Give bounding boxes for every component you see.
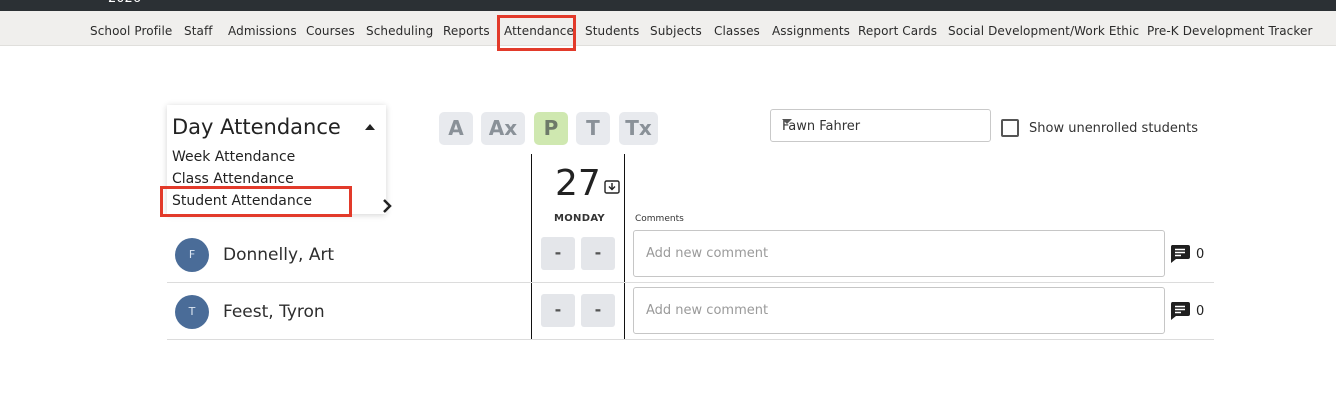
caret-up-icon[interactable] bbox=[365, 124, 375, 130]
nav-item-students[interactable]: Students bbox=[585, 24, 639, 38]
nav-item-courses[interactable]: Courses bbox=[306, 24, 355, 38]
nav-item-assignments[interactable]: Assignments bbox=[772, 24, 850, 38]
comments-header: Comments bbox=[635, 214, 684, 224]
teacher-select-value: Fawn Fahrer bbox=[782, 119, 861, 134]
chevron-right-icon[interactable] bbox=[382, 198, 392, 214]
date-weekday: MONDAY bbox=[554, 213, 605, 224]
view-option-week[interactable]: Week Attendance bbox=[172, 149, 295, 165]
main-nav: School Profile Staff Admissions Courses … bbox=[0, 11, 1336, 46]
comment-count: 0 bbox=[1196, 247, 1205, 262]
teacher-select[interactable]: Fawn Fahrer bbox=[770, 109, 991, 142]
student-name[interactable]: Feest, Tyron bbox=[223, 302, 325, 322]
code-button-ax[interactable]: Ax bbox=[481, 112, 525, 145]
avatar: F bbox=[175, 238, 209, 272]
dropdown-caret-icon bbox=[782, 119, 792, 124]
nav-item-school-profile[interactable]: School Profile bbox=[90, 24, 172, 38]
code-button-tx[interactable]: Tx bbox=[619, 112, 658, 145]
date-column-right-divider bbox=[624, 154, 625, 340]
comment-input[interactable] bbox=[633, 287, 1165, 334]
nav-item-subjects[interactable]: Subjects bbox=[650, 24, 702, 38]
comment-count: 0 bbox=[1196, 304, 1205, 319]
row-divider bbox=[167, 339, 1214, 340]
comment-input[interactable] bbox=[633, 230, 1165, 277]
nav-item-social-development[interactable]: Social Development/Work Ethic bbox=[948, 24, 1139, 38]
nav-item-classes[interactable]: Classes bbox=[714, 24, 760, 38]
attendance-mark-am[interactable]: - bbox=[541, 294, 575, 327]
chat-bubble-icon[interactable] bbox=[1169, 301, 1191, 321]
code-button-t[interactable]: T bbox=[576, 112, 610, 145]
nav-item-scheduling[interactable]: Scheduling bbox=[366, 24, 433, 38]
nav-item-staff[interactable]: Staff bbox=[184, 24, 213, 38]
row-divider bbox=[167, 282, 1214, 283]
attendance-nav-highlight bbox=[497, 15, 576, 51]
show-unenrolled-label[interactable]: Show unenrolled students bbox=[1029, 121, 1198, 136]
attendance-mark-pm[interactable]: - bbox=[581, 294, 615, 327]
show-unenrolled-checkbox[interactable] bbox=[1001, 119, 1019, 137]
export-icon[interactable] bbox=[604, 180, 620, 194]
nav-item-prek-tracker[interactable]: Pre-K Development Tracker bbox=[1147, 24, 1312, 38]
chat-bubble-icon[interactable] bbox=[1169, 244, 1191, 264]
date-day-number: 27 bbox=[555, 163, 601, 204]
view-option-class[interactable]: Class Attendance bbox=[172, 171, 294, 187]
avatar: T bbox=[175, 295, 209, 329]
student-name[interactable]: Donnelly, Art bbox=[223, 245, 334, 265]
year-label: 2026 bbox=[108, 0, 141, 6]
nav-item-admissions[interactable]: Admissions bbox=[228, 24, 297, 38]
attendance-mark-pm[interactable]: - bbox=[581, 237, 615, 270]
code-button-a[interactable]: A bbox=[439, 112, 473, 145]
code-button-p[interactable]: P bbox=[534, 112, 568, 145]
nav-item-reports[interactable]: Reports bbox=[443, 24, 490, 38]
attendance-mark-am[interactable]: - bbox=[541, 237, 575, 270]
date-column-left-divider bbox=[531, 154, 532, 340]
view-dropdown-current[interactable]: Day Attendance bbox=[172, 115, 341, 139]
student-attendance-highlight bbox=[160, 186, 352, 217]
nav-item-report-cards[interactable]: Report Cards bbox=[858, 24, 937, 38]
